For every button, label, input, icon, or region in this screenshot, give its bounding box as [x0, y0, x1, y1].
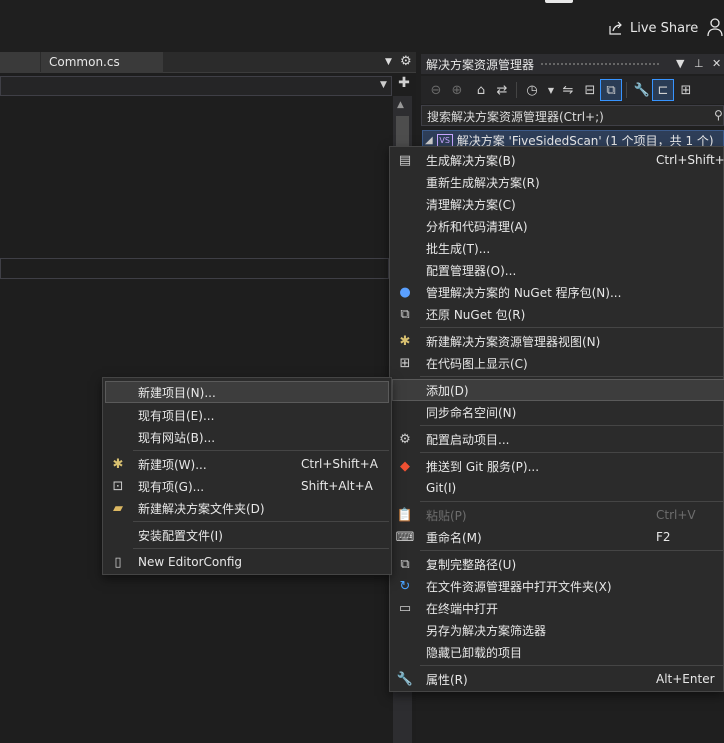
switch-views-icon[interactable]: ⇄ — [492, 80, 512, 100]
forward-icon[interactable]: ⊕ — [447, 80, 467, 100]
menu-item-save-as-filter[interactable]: 另存为解决方案筛选器 — [392, 619, 723, 641]
submenu-item-new-project[interactable]: 新建项目(N)... — [105, 381, 389, 403]
menu-separator — [133, 521, 389, 522]
file-icon: ▯ — [114, 554, 122, 570]
menu-item-add[interactable]: 添加(D) — [392, 379, 724, 401]
menu-item-show-on-code-map[interactable]: ⊞ 在代码图上显示(C) — [392, 352, 723, 374]
menu-item-properties[interactable]: 🔧 属性(R) Alt+Enter — [392, 668, 723, 690]
menu-separator — [420, 665, 723, 666]
tab-list-dropdown-icon[interactable]: ▼ — [385, 57, 395, 67]
menu-separator — [420, 425, 723, 426]
menu-item-manage-nuget[interactable]: ● 管理解决方案的 NuGet 程序包(N)... — [392, 281, 723, 303]
menu-item-new-explorer-view[interactable]: ✱ 新建解决方案资源管理器视图(N) — [392, 330, 723, 352]
menu-item-startup-projects[interactable]: ⚙ 配置启动项目... — [392, 428, 723, 450]
live-share-label: Live Share — [630, 20, 699, 36]
git-push-icon: ◆ — [400, 458, 410, 474]
panel-options-dropdown-icon[interactable]: ▼ — [676, 57, 684, 70]
menu-item-clean-solution[interactable]: 清理解决方案(C) — [392, 193, 723, 215]
properties-wrench-icon[interactable]: 🔧 — [632, 80, 652, 100]
menu-item-sync-namespaces[interactable]: 同步命名空间(N) — [392, 401, 723, 423]
pin-icon[interactable]: ⊥ — [694, 57, 704, 70]
window-control-minimize[interactable] — [545, 0, 573, 3]
gear-icon: ⚙ — [399, 431, 411, 447]
solution-explorer-search-input[interactable]: 搜索解决方案资源管理器(Ctrl+;) — [421, 105, 724, 126]
menu-item-paste: 📋 粘贴(P) Ctrl+V — [396, 507, 696, 523]
solution-context-menu: ▤ 生成解决方案(B) Ctrl+Shift+B 重新生成解决方案(R) 清理解… — [389, 146, 724, 692]
menu-item-push-git[interactable]: ◆ 推送到 Git 服务(P)... — [392, 455, 723, 477]
pending-changes-filter-icon[interactable]: ◷ — [522, 80, 542, 100]
menu-item-configuration-manager[interactable]: 配置管理器(O)... — [392, 259, 723, 281]
new-folder-icon: ▰ — [113, 500, 123, 516]
preview-selected-items-icon[interactable]: ⊏ — [652, 79, 674, 101]
menu-item-restore-nuget[interactable]: ⧉ 还原 NuGet 包(R) — [392, 303, 723, 325]
code-map-icon[interactable]: ⊞ — [676, 80, 696, 100]
editor-tab-common-cs[interactable]: Common.cs — [41, 52, 163, 73]
close-icon[interactable]: ✕ — [712, 57, 721, 70]
menu-separator — [133, 450, 389, 451]
submenu-item-existing-item[interactable]: ⊡ 现有项(G)... Shift+Alt+A — [105, 475, 389, 497]
submenu-item-install-config[interactable]: 安装配置文件(I) — [105, 524, 389, 546]
menu-separator — [133, 548, 389, 549]
submenu-item-new-editorconfig[interactable]: ▯ New EditorConfig — [105, 551, 389, 573]
rename-icon: ⌨ — [395, 529, 415, 545]
restore-icon: ⧉ — [400, 306, 410, 322]
menu-item-rename[interactable]: ⌨ 重命名(M) F2 — [392, 526, 723, 548]
menu-item-analyze-cleanup[interactable]: 分析和代码清理(A) — [392, 215, 723, 237]
menu-item-hide-unloaded[interactable]: 隐藏已卸载的项目 — [392, 641, 723, 663]
code-map-icon: ⊞ — [399, 355, 411, 371]
toolbar-separator — [626, 82, 627, 98]
copy-path-icon: ⧉ — [400, 556, 410, 572]
submenu-item-new-solution-folder[interactable]: ▰ 新建解决方案文件夹(D) — [105, 497, 389, 519]
menu-separator — [420, 327, 723, 328]
share-icon — [609, 21, 622, 35]
back-icon[interactable]: ⊖ — [426, 80, 446, 100]
menu-item-open-in-explorer[interactable]: ↻ 在文件资源管理器中打开文件夹(X) — [392, 575, 723, 597]
tab-settings-gear-icon[interactable]: ⚙ — [400, 54, 414, 69]
account-icon[interactable] — [706, 17, 724, 37]
menu-item-batch-build[interactable]: 批生成(T)... — [392, 237, 723, 259]
submenu-item-existing-project[interactable]: 现有项目(E)... — [105, 404, 389, 426]
show-all-files-icon[interactable]: ⧉ — [600, 79, 622, 101]
menu-item-build-solution[interactable]: ▤ 生成解决方案(B) Ctrl+Shift+B — [392, 149, 724, 171]
menu-separator — [420, 501, 723, 502]
search-icon[interactable]: ⚲ — [714, 108, 723, 122]
new-item-icon: ✱ — [112, 456, 124, 472]
editor-current-line-highlight — [0, 258, 389, 279]
expand-arrow-icon[interactable]: ◢ — [425, 135, 433, 146]
menu-item-copy-full-path[interactable]: ⧉ 复制完整路径(U) — [392, 553, 723, 575]
scroll-up-arrow-icon[interactable]: ▲ — [397, 100, 404, 110]
live-share-button[interactable]: Live Share — [608, 17, 698, 39]
navigation-bar-dropdown[interactable] — [0, 76, 392, 96]
menu-separator — [420, 550, 723, 551]
menu-item-rebuild-solution[interactable]: 重新生成解决方案(R) — [392, 171, 723, 193]
existing-item-icon: ⊡ — [112, 478, 124, 494]
home-icon[interactable]: ⌂ — [471, 80, 491, 100]
chevron-down-icon[interactable]: ▼ — [380, 80, 387, 90]
submenu-item-existing-website[interactable]: 现有网站(B)... — [105, 426, 389, 448]
add-submenu: 新建项目(N)... 现有项目(E)... 现有网站(B)... ✱ 新建项(W… — [102, 377, 392, 575]
toolbar-separator — [516, 82, 517, 98]
submenu-item-new-item[interactable]: ✱ 新建项(W)... Ctrl+Shift+A — [105, 453, 389, 475]
menu-separator — [420, 452, 723, 453]
menu-item-git[interactable]: Git(I) — [392, 477, 723, 499]
paste-icon: 📋 — [396, 507, 414, 523]
new-view-icon: ✱ — [399, 333, 411, 349]
open-folder-icon: ↻ — [399, 578, 411, 594]
menu-separator — [420, 376, 723, 377]
wrench-icon: 🔧 — [396, 671, 414, 687]
split-editor-icon[interactable]: ✚ — [397, 76, 411, 92]
menu-item-open-in-terminal[interactable]: ▭ 在终端中打开 — [392, 597, 723, 619]
build-icon: ▤ — [398, 152, 412, 168]
editor-tab[interactable] — [0, 52, 40, 73]
terminal-icon: ▭ — [398, 600, 412, 616]
sync-with-active-document-icon[interactable]: ⇋ — [558, 80, 578, 100]
nuget-icon: ● — [399, 284, 411, 300]
collapse-all-icon[interactable]: ⊟ — [580, 80, 600, 100]
panel-grip[interactable] — [540, 62, 660, 67]
